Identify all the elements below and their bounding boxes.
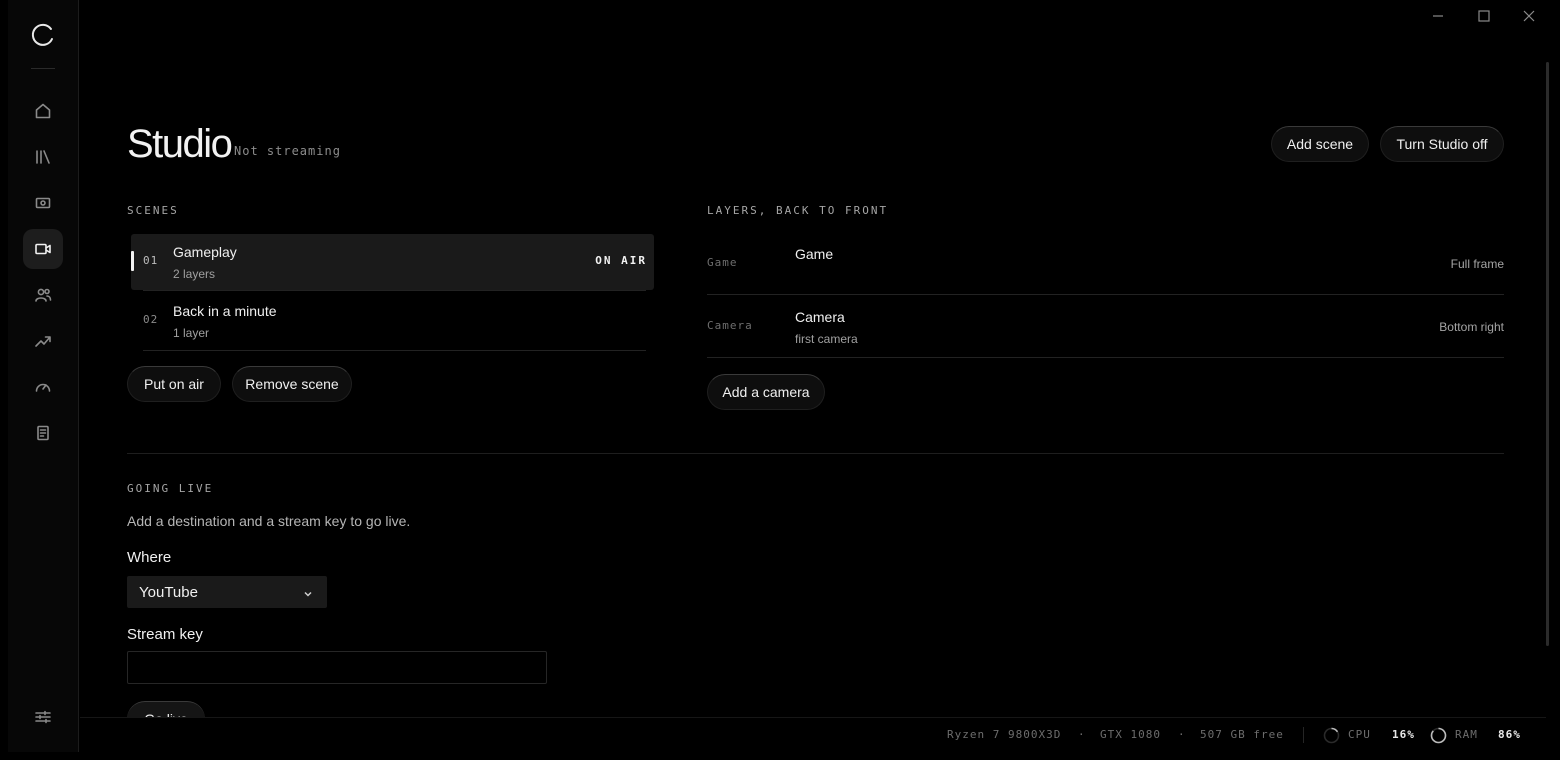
chevron-down-icon xyxy=(303,586,313,597)
scene-layer-count: 1 layer xyxy=(173,326,210,340)
destination-value: YouTube xyxy=(139,584,198,601)
gpu-model: GTX 1080 xyxy=(1100,728,1161,741)
maximize-button[interactable] xyxy=(1474,6,1494,26)
scene-row-gameplay[interactable]: 01 Gameplay 2 layers ON AIR xyxy=(131,234,654,290)
sidebar-item-performance[interactable] xyxy=(23,367,63,407)
where-label: Where xyxy=(127,549,172,566)
put-on-air-button[interactable]: Put on air xyxy=(127,366,221,402)
stream-key-input[interactable] xyxy=(127,651,547,684)
scene-name: Gameplay xyxy=(173,244,237,260)
layer-name: Game xyxy=(795,246,834,262)
status-bar: Ryzen 7 9800X3D · GTX 1080 · 507 GB free… xyxy=(80,717,1546,752)
layer-name: Camera xyxy=(795,309,845,325)
separator: · xyxy=(1178,728,1186,741)
sidebar-item-library[interactable] xyxy=(23,137,63,177)
sidebar-item-people[interactable] xyxy=(23,275,63,315)
document-icon xyxy=(37,425,49,441)
minimize-button[interactable] xyxy=(1428,6,1448,26)
layer-row-game[interactable]: Game Game Full frame xyxy=(707,235,1504,295)
capture-icon xyxy=(35,197,51,209)
destination-select[interactable]: YouTube xyxy=(127,576,327,608)
going-live-heading: GOING LIVE xyxy=(127,482,214,495)
sidebar-item-stats[interactable] xyxy=(23,321,63,361)
trending-icon xyxy=(35,336,51,347)
video-camera-icon xyxy=(35,243,51,255)
home-icon xyxy=(35,103,51,119)
scene-name: Back in a minute xyxy=(173,303,277,319)
layer-position: Full frame xyxy=(1450,257,1504,271)
logo-icon xyxy=(31,23,53,46)
scene-row-back-in-a-minute[interactable]: 02 Back in a minute 1 layer xyxy=(131,293,654,349)
stream-key-label: Stream key xyxy=(127,626,203,643)
layer-position: Bottom right xyxy=(1439,320,1504,334)
layer-kind: Camera xyxy=(707,319,753,332)
sidebar-item-settings[interactable] xyxy=(23,697,63,737)
layers-heading: LAYERS, BACK TO FRONT xyxy=(707,204,889,217)
close-button[interactable] xyxy=(1519,6,1539,26)
sliders-icon xyxy=(35,710,51,724)
layer-kind: Game xyxy=(707,256,738,269)
turn-studio-off-button[interactable]: Turn Studio off xyxy=(1380,126,1504,162)
layer-subtitle: first camera xyxy=(795,332,858,346)
scene-divider xyxy=(143,290,646,291)
scene-number: 01 xyxy=(143,254,159,267)
library-icon xyxy=(36,150,50,164)
sidebar-item-notes[interactable] xyxy=(23,413,63,453)
going-live-description: Add a destination and a stream key to go… xyxy=(127,513,411,529)
disk-free: 507 GB free xyxy=(1200,728,1284,741)
remove-scene-button[interactable]: Remove scene xyxy=(232,366,352,402)
maximize-icon xyxy=(1478,10,1490,22)
add-scene-button[interactable]: Add scene xyxy=(1271,126,1369,162)
scene-layer-count: 2 layers xyxy=(173,267,216,281)
separator: · xyxy=(1078,728,1086,741)
ram-value: 86% xyxy=(1498,728,1521,741)
sidebar-item-home[interactable] xyxy=(23,91,63,131)
cpu-value: 16% xyxy=(1392,728,1415,741)
ram-ring-icon xyxy=(1430,727,1447,744)
on-air-badge: ON AIR xyxy=(595,254,647,267)
scrollbar[interactable] xyxy=(1546,62,1549,646)
sidebar xyxy=(8,0,79,752)
ram-label: RAM xyxy=(1455,728,1478,741)
content-clip: Go live xyxy=(80,698,1546,717)
add-camera-button[interactable]: Add a camera xyxy=(707,374,825,410)
close-icon xyxy=(1523,10,1535,22)
gauge-icon xyxy=(35,383,51,392)
status-divider xyxy=(1303,727,1304,743)
scene-divider xyxy=(143,350,646,351)
stream-status: Not streaming xyxy=(234,144,341,158)
sidebar-item-studio[interactable] xyxy=(23,229,63,269)
section-divider xyxy=(127,453,1504,454)
scene-number: 02 xyxy=(143,313,159,326)
active-indicator xyxy=(131,251,134,271)
people-icon xyxy=(35,288,52,302)
minimize-icon xyxy=(1433,15,1443,17)
scenes-heading: SCENES xyxy=(127,204,179,217)
cpu-model: Ryzen 7 9800X3D xyxy=(947,728,1062,741)
cpu-label: CPU xyxy=(1348,728,1371,741)
go-live-button[interactable]: Go live xyxy=(127,701,205,717)
sidebar-divider xyxy=(31,68,55,69)
layer-row-camera[interactable]: Camera Camera first camera Bottom right xyxy=(707,298,1504,358)
page-title: Studio xyxy=(127,122,233,166)
sidebar-item-capture[interactable] xyxy=(23,183,63,223)
cpu-ring-icon xyxy=(1323,727,1340,744)
